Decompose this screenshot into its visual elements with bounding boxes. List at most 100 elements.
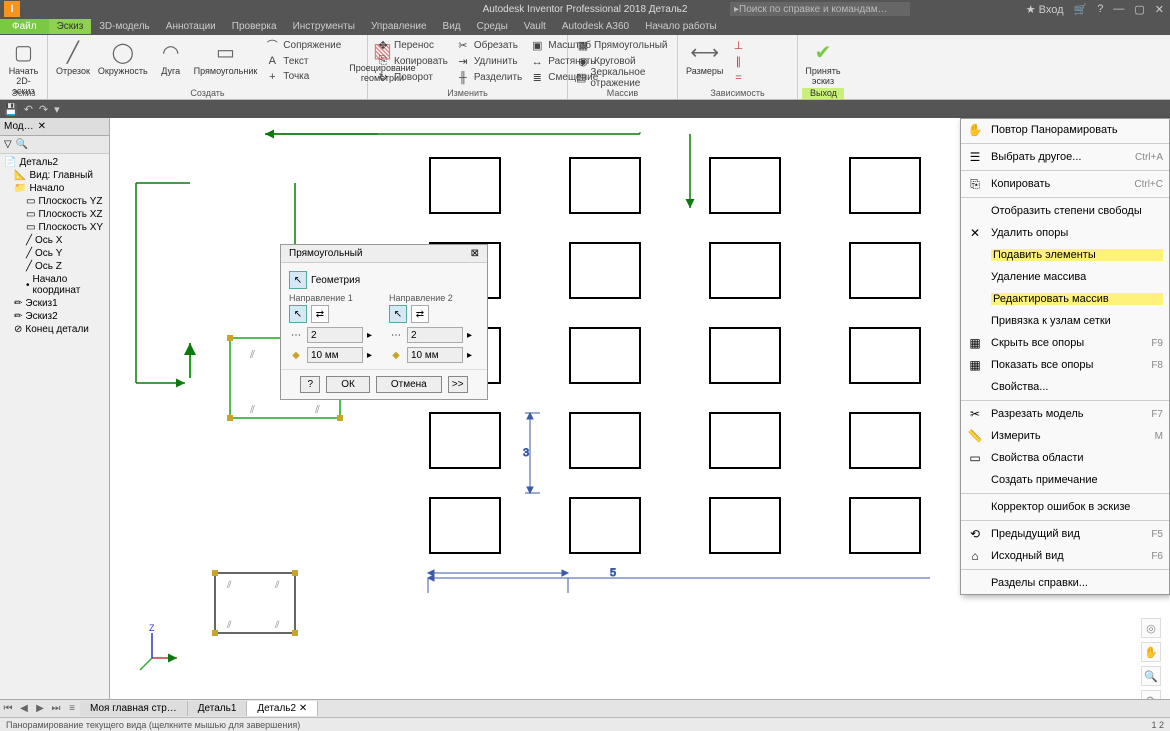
ctx-item[interactable]: 📏ИзмеритьM xyxy=(961,425,1169,447)
constraint-row3[interactable]: = xyxy=(729,70,747,85)
tab-nav-last[interactable]: ⏭ xyxy=(48,703,64,714)
doc-tab-home[interactable]: Моя главная стр… xyxy=(80,701,188,716)
cart-icon[interactable]: 🛒 xyxy=(1074,3,1088,16)
ctx-item[interactable]: ▦Скрыть все опорыF9 xyxy=(961,332,1169,354)
select-geometry-button[interactable]: ↖ xyxy=(289,271,307,289)
arc-button[interactable]: ◠Дуга xyxy=(152,37,190,85)
copy-button[interactable]: ⎘Копировать xyxy=(374,54,450,69)
exit-button[interactable]: Выход xyxy=(802,88,844,99)
nav-wheel-icon[interactable]: ◎ xyxy=(1141,618,1161,638)
pattern-rect-button[interactable]: ▦Прямоугольный xyxy=(574,38,671,53)
extend-button[interactable]: ⇥Удлинить xyxy=(454,54,524,69)
tab-env[interactable]: Среды xyxy=(469,19,516,34)
dir1-pick-button[interactable]: ↖ xyxy=(289,305,307,323)
ctx-item[interactable]: ⌂Исходный видF6 xyxy=(961,545,1169,567)
ctx-item[interactable]: ☰Выбрать другое...Ctrl+A xyxy=(961,146,1169,168)
move-button[interactable]: ✥Перенос xyxy=(374,38,450,53)
minimize-icon[interactable]: — xyxy=(1113,3,1124,15)
dir1-count-input[interactable] xyxy=(307,327,363,343)
tab-nav-list[interactable]: ≡ xyxy=(64,703,80,714)
tab-start[interactable]: Начало работы xyxy=(637,19,725,34)
close-icon[interactable]: ✕ xyxy=(1155,3,1164,16)
dialog-help-button[interactable]: ? xyxy=(300,376,320,393)
dir2-count-input[interactable] xyxy=(407,327,463,343)
tree-plane-xy[interactable]: ▭ Плоскость XY xyxy=(2,221,107,234)
ctx-item[interactable]: Редактировать массив xyxy=(961,288,1169,310)
dialog-cancel-button[interactable]: Отмена xyxy=(376,376,442,393)
browser-close-icon[interactable]: ✕ xyxy=(38,121,46,132)
qat-undo-icon[interactable]: ↶ xyxy=(24,103,33,116)
mate-button[interactable]: ⌒Сопряжение xyxy=(263,38,343,53)
ctx-item[interactable]: Создать примечание xyxy=(961,469,1169,491)
ctx-item[interactable]: Подавить элементы xyxy=(961,244,1169,266)
mirror-button[interactable]: ▤Зеркальное отражение xyxy=(574,70,671,85)
tree-plane-xz[interactable]: ▭ Плоскость XZ xyxy=(2,208,107,221)
ctx-item[interactable]: ✂Разрезать модельF7 xyxy=(961,403,1169,425)
finish-sketch-button[interactable]: ✔Принять эскиз xyxy=(802,37,844,88)
constraint-row2[interactable]: ∥ xyxy=(729,54,747,69)
tree-sketch2[interactable]: ✏ Эскиз2 xyxy=(2,310,107,323)
ctx-item[interactable]: Корректор ошибок в эскизе xyxy=(961,496,1169,518)
circle-button[interactable]: ◯Окружность xyxy=(94,37,152,85)
dir1-dist-input[interactable] xyxy=(307,347,363,363)
tree-sketch1[interactable]: ✏ Эскиз1 xyxy=(2,297,107,310)
constraint-row1[interactable]: ⊥ xyxy=(729,38,747,53)
dialog-ok-button[interactable]: ОК xyxy=(326,376,370,393)
qat-redo-icon[interactable]: ↷ xyxy=(39,103,48,116)
tab-inspect[interactable]: Проверка xyxy=(224,19,285,34)
tree-root[interactable]: 📄 Деталь2 xyxy=(2,156,107,169)
rect-button[interactable]: ▭Прямоугольник xyxy=(190,37,262,85)
doc-tab-detail2[interactable]: Деталь2 ✕ xyxy=(247,701,318,716)
ctx-item[interactable]: ▭Свойства области xyxy=(961,447,1169,469)
tab-sketch[interactable]: Эскиз xyxy=(49,19,92,34)
tree-view[interactable]: 📐 Вид: Главный xyxy=(2,169,107,182)
dir2-pick-button[interactable]: ↖ xyxy=(389,305,407,323)
ctx-item[interactable]: Разделы справки... xyxy=(961,572,1169,594)
ctx-item[interactable]: ⟲Предыдущий видF5 xyxy=(961,523,1169,545)
help-icon[interactable]: ? xyxy=(1097,3,1103,15)
tab-vault[interactable]: Vault xyxy=(516,19,554,34)
tree-plane-yz[interactable]: ▭ Плоскость YZ xyxy=(2,195,107,208)
ctx-item[interactable]: Удаление массива xyxy=(961,266,1169,288)
filter-icon[interactable]: ▽ xyxy=(4,139,12,150)
maximize-icon[interactable]: ▢ xyxy=(1134,3,1144,16)
help-search[interactable]: ▸ Поиск по справке и командам… xyxy=(730,2,910,16)
tree-axis-x[interactable]: ╱ Ось X xyxy=(2,234,107,247)
split-button[interactable]: ╫Разделить xyxy=(454,70,524,85)
tree-axis-y[interactable]: ╱ Ось Y xyxy=(2,247,107,260)
qat-save-icon[interactable]: 💾 xyxy=(4,103,18,116)
ctx-item[interactable]: ✋Повтор Панорамировать xyxy=(961,119,1169,141)
tab-nav-next[interactable]: ▶ xyxy=(32,703,48,714)
dimension-button[interactable]: ⟷Размеры xyxy=(682,37,727,86)
rotate-button[interactable]: ↻Поворот xyxy=(374,70,450,85)
dir1-flip-button[interactable]: ⇄ xyxy=(311,305,329,323)
tab-view[interactable]: Вид xyxy=(435,19,469,34)
ctx-item[interactable]: Отобразить степени свободы xyxy=(961,200,1169,222)
ctx-item[interactable]: ⎘КопироватьCtrl+C xyxy=(961,173,1169,195)
dir2-flip-button[interactable]: ⇄ xyxy=(411,305,429,323)
tab-a360[interactable]: Autodesk A360 xyxy=(554,19,637,34)
text-button[interactable]: AТекст xyxy=(263,54,343,69)
dialog-more-button[interactable]: >> xyxy=(448,376,468,393)
search-icon[interactable]: 🔍 xyxy=(16,139,28,150)
tab-nav-first[interactable]: ⏮ xyxy=(0,703,16,714)
tab-3dmodel[interactable]: 3D-модель xyxy=(91,19,157,34)
tab-nav-prev[interactable]: ◀ xyxy=(16,703,32,714)
nav-zoom-icon[interactable]: 🔍 xyxy=(1141,666,1161,686)
tab-manage[interactable]: Управление xyxy=(363,19,435,34)
tab-annotate[interactable]: Аннотации xyxy=(158,19,224,34)
ctx-item[interactable]: Свойства... xyxy=(961,376,1169,398)
tree-origin-point[interactable]: • Начало координат xyxy=(2,273,107,297)
browser-tab[interactable]: Мод… xyxy=(4,121,34,132)
ctx-item[interactable]: Привязка к узлам сетки xyxy=(961,310,1169,332)
doc-tab-detail1[interactable]: Деталь1 xyxy=(188,701,248,716)
tree-origin[interactable]: 📁 Начало xyxy=(2,182,107,195)
dir2-dist-input[interactable] xyxy=(407,347,463,363)
point-button[interactable]: +Точка xyxy=(263,69,343,84)
line-button[interactable]: ╱Отрезок xyxy=(52,37,94,85)
ctx-item[interactable]: ✕Удалить опоры xyxy=(961,222,1169,244)
tree-end[interactable]: ⊘ Конец детали xyxy=(2,323,107,336)
dialog-close-icon[interactable]: ⊠ xyxy=(471,248,479,259)
ctx-item[interactable]: ▦Показать все опорыF8 xyxy=(961,354,1169,376)
qat-more-icon[interactable]: ▾ xyxy=(54,103,60,116)
